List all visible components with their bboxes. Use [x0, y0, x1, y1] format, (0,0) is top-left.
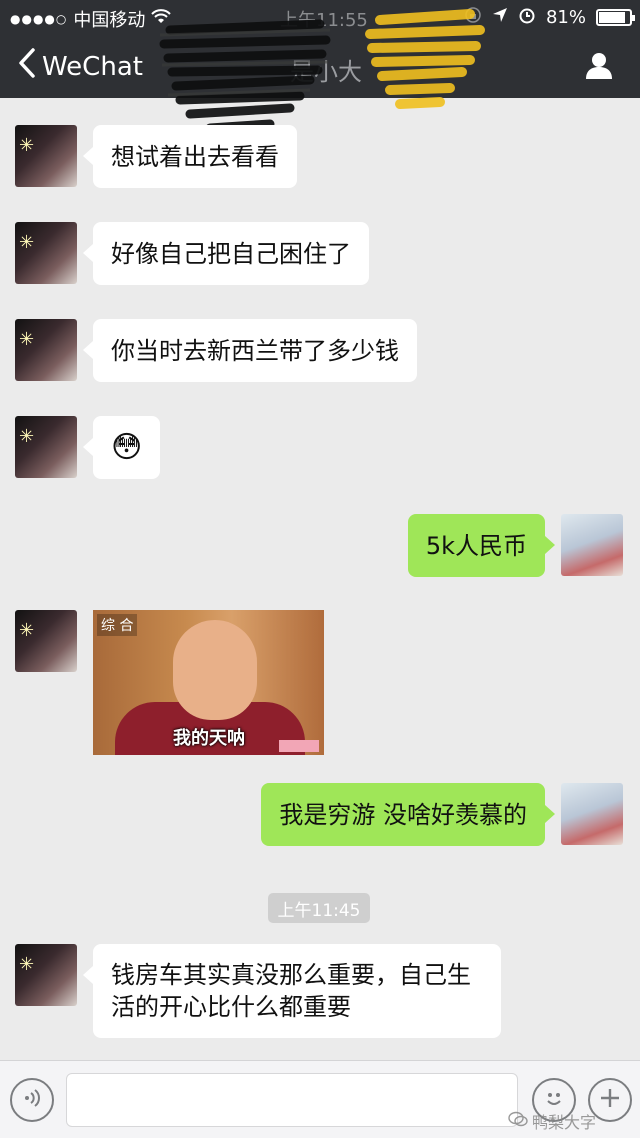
flower-decoration-icon: ✳: [19, 620, 35, 641]
chat-area[interactable]: ✳ 想试着出去看看 ✳ 好像自己把自己困住了 ✳ 你当时去新西兰带了多少钱 ✳ …: [0, 98, 640, 1058]
location-icon: [492, 7, 508, 28]
message-bubble[interactable]: 😳: [82, 416, 161, 479]
avatar[interactable]: ✳: [15, 944, 77, 1006]
carrier-label: 中国移动: [73, 10, 146, 31]
message-bubble-self[interactable]: 我是穷游 没啥好羡慕的: [261, 783, 555, 846]
message-text: 你当时去新西兰带了多少钱: [111, 336, 399, 365]
avatar[interactable]: ✳: [15, 610, 77, 672]
status-bar: ●●●●○ 中国移动 上午11:55 81%: [0, 0, 640, 34]
watermark: 鸭梨大字: [508, 1109, 596, 1133]
nav-bar: WeChat 是小大: [0, 38, 640, 96]
message-bubble[interactable]: 想试着出去看看: [83, 125, 297, 188]
voice-icon: [21, 1087, 43, 1113]
flower-decoration-icon: ✳: [19, 426, 35, 447]
image-decoration: [279, 740, 319, 752]
watermark-text: 鸭梨大字: [532, 1113, 597, 1132]
avatar[interactable]: ✳: [15, 222, 77, 284]
message-input[interactable]: [66, 1073, 518, 1127]
lock-rotation-icon: [464, 6, 482, 29]
back-button[interactable]: WeChat: [18, 48, 143, 85]
input-bar: 鸭梨大字: [0, 1060, 640, 1138]
message-bubble[interactable]: 你当时去新西兰带了多少钱: [83, 319, 417, 382]
status-right: 81%: [464, 6, 635, 29]
emoji-flushed-icon: 😳: [111, 429, 143, 465]
avatar[interactable]: ✳: [15, 125, 77, 187]
message-bubble[interactable]: 钱房车其实真没那么重要，自己生活的开心比什么都重要: [83, 944, 501, 1038]
flower-decoration-icon: ✳: [19, 135, 35, 156]
message-text: 5k人民币: [425, 531, 527, 560]
image-message[interactable]: 综 合 我的天呐: [93, 610, 324, 755]
status-left: ●●●●○ 中国移动: [10, 6, 172, 32]
flower-decoration-icon: ✳: [19, 954, 35, 975]
image-figure-face: [173, 620, 257, 720]
avatar[interactable]: ✳: [15, 416, 77, 478]
battery-percent: 81%: [545, 7, 586, 28]
flower-decoration-icon: ✳: [19, 329, 35, 350]
message-text: 我是穷游 没啥好羡慕的: [279, 800, 527, 829]
avatar-self[interactable]: [561, 514, 623, 576]
message-text: 好像自己把自己困住了: [111, 239, 351, 268]
signal-strength: ●●●●○: [10, 12, 68, 26]
chat-info-button[interactable]: [584, 50, 614, 84]
timestamp-text: 上午11:45: [277, 900, 361, 921]
message-text: 钱房车其实真没那么重要，自己生活的开心比什么都重要: [111, 961, 471, 1021]
top-bar: ●●●●○ 中国移动 上午11:55 81% WeChat 是小大: [0, 0, 640, 133]
avatar[interactable]: ✳: [15, 319, 77, 381]
flower-decoration-icon: ✳: [19, 232, 35, 253]
chat-title: 是小大: [290, 58, 362, 86]
message-bubble-self[interactable]: 5k人民币: [407, 514, 556, 577]
status-time: 上午11:55: [280, 10, 368, 31]
message-bubble[interactable]: 好像自己把自己困住了: [83, 222, 369, 285]
message-text: 想试着出去看看: [111, 142, 279, 171]
image-caption: 我的天呐: [173, 728, 245, 749]
avatar-self[interactable]: [561, 783, 623, 845]
battery-icon: [596, 9, 635, 26]
timestamp: 上午11:45: [268, 893, 370, 923]
battery-fill: [599, 12, 625, 23]
plus-icon: [598, 1086, 622, 1114]
wifi-icon: [151, 8, 172, 30]
image-tag: 综 合: [97, 614, 138, 636]
back-label: WeChat: [42, 51, 143, 82]
person-icon: [584, 53, 614, 84]
wechat-logo-icon: [508, 1111, 528, 1131]
alarm-icon: [518, 6, 536, 29]
voice-button[interactable]: [10, 1078, 54, 1122]
chevron-left-icon: [18, 48, 36, 85]
